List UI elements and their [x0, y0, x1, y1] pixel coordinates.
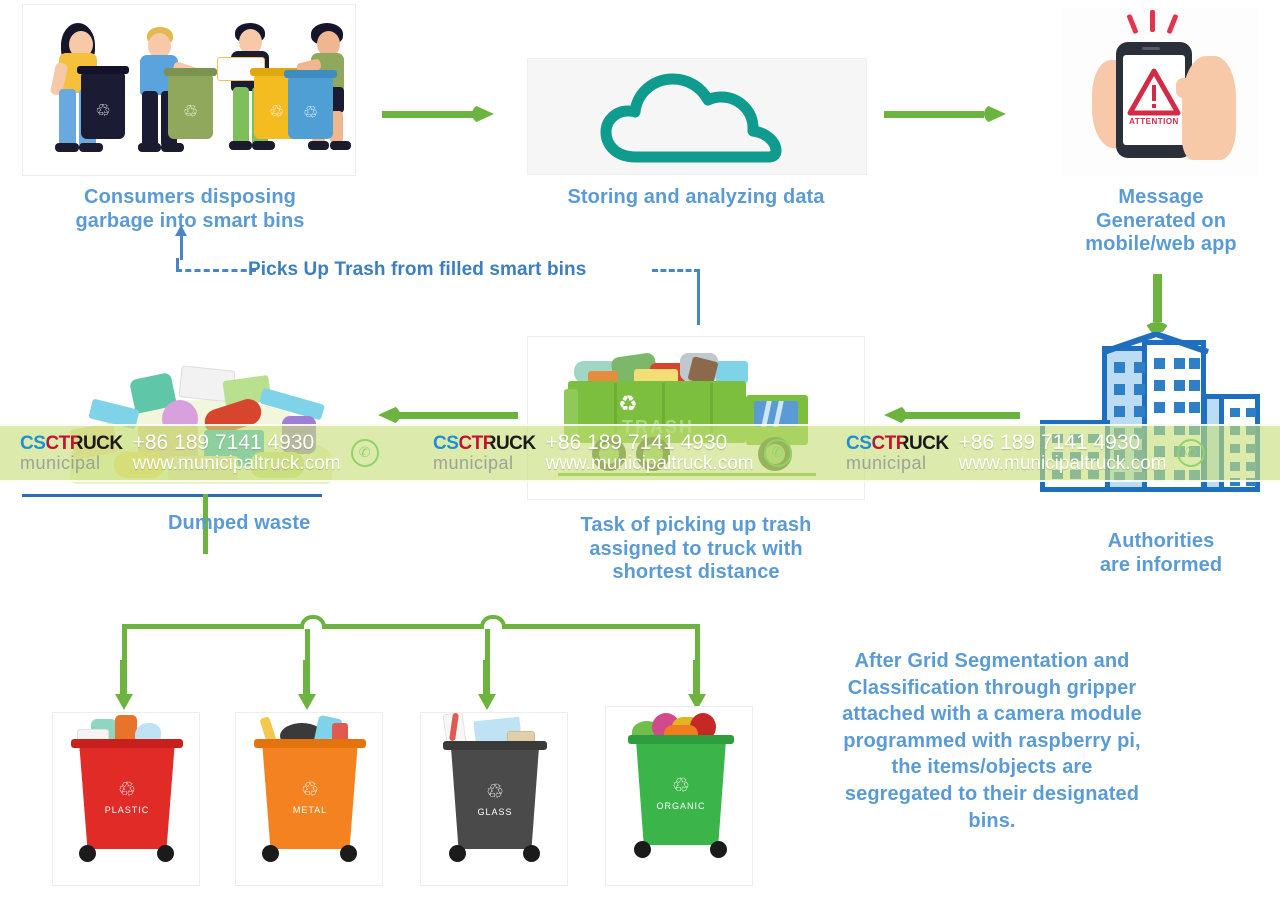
recycle-icon: ♻	[618, 391, 638, 416]
arrow-consumers-to-cloud	[382, 104, 494, 124]
waste-pile-icon	[54, 360, 346, 486]
wire-hop	[300, 615, 326, 629]
caption-truck: Task of picking up trash assigned to tru…	[520, 514, 872, 585]
arrow-authorities-to-truck	[884, 405, 1020, 425]
wire-hop	[480, 615, 506, 629]
bin-label: PLASTIC	[104, 805, 150, 815]
garbage-truck-icon: ♻ TRASH	[540, 349, 852, 489]
arrow-truck-to-dumped	[378, 405, 518, 425]
feedback-corner-left	[176, 258, 179, 272]
bin-olive: ♲	[164, 68, 217, 139]
note-line: programmed with raspberry pi,	[843, 729, 1141, 752]
city-buildings-icon	[1034, 332, 1266, 492]
authorities-illustration-panel	[1026, 332, 1274, 492]
note-line: the items/objects are	[891, 756, 1093, 779]
sorting-bin-panel: ♲ ORGANIC	[605, 706, 753, 886]
caption-line: Authorities	[1107, 530, 1215, 552]
recycle-icon: ♲	[486, 781, 504, 803]
truck-illustration-panel: ♻ TRASH	[527, 336, 865, 500]
feedback-dash-right	[652, 269, 700, 272]
arrow-to-bin-plastic	[115, 660, 133, 710]
arrow-to-bin-organic	[688, 660, 706, 710]
caption-line: mobile/web app	[1085, 233, 1237, 256]
caption-line: garbage into smart bins	[75, 209, 305, 232]
caption-line: Message	[1118, 186, 1204, 208]
arrow-cloud-to-message	[884, 104, 1006, 124]
attention-label: ATTENTION	[1129, 117, 1179, 126]
caption-line: Consumers disposing	[84, 186, 296, 208]
tree-bus	[122, 624, 700, 629]
diagram-canvas: ♲ ♲ ♲ ♲ Consumers disposing garbage into…	[0, 0, 1280, 900]
feedback-down-right	[697, 269, 700, 325]
consumers-illustration-panel: ♲ ♲ ♲ ♲	[22, 4, 356, 176]
note-line: bins.	[968, 809, 1016, 832]
segregation-note: After Grid Segmentation and Classificati…	[806, 648, 1178, 834]
bin-label: METAL	[292, 805, 328, 815]
caption-line: Task of picking up trash	[580, 514, 812, 536]
bin-label: GLASS	[477, 807, 513, 817]
bin-blue: ♲	[284, 70, 337, 139]
feedback-stem-up	[180, 232, 183, 260]
watermark-brand-top: CSCTRUCK	[433, 433, 536, 455]
feedback-label: Picks Up Trash from filled smart bins	[248, 259, 587, 280]
caption-line: Storing and analyzing data	[567, 186, 825, 208]
recycle-icon: ♲	[672, 775, 690, 797]
watermark-logo: CSCTRUCK municipal	[433, 434, 536, 472]
caption-authorities: Authorities are informed	[1056, 530, 1266, 577]
sorting-bin-panel: ♲ PLASTIC	[52, 712, 200, 886]
recycle-icon: ♲	[301, 779, 319, 801]
caption-consumers: Consumers disposing garbage into smart b…	[40, 186, 340, 233]
caption-message: Message Generated on mobile/web app	[1058, 186, 1264, 257]
recycle-icon: ♲	[118, 779, 136, 801]
note-line: Classification through gripper	[847, 676, 1137, 699]
caption-cloud: Storing and analyzing data	[520, 186, 872, 210]
caption-dumped-waste: Dumped waste	[168, 512, 311, 534]
note-line: attached with a camera module	[842, 703, 1142, 726]
bin-glass: ♲ GLASS	[450, 745, 540, 849]
sorting-bin-panel: ♲ METAL	[235, 712, 383, 886]
arrow-message-to-authorities	[1144, 274, 1170, 340]
arrow-to-bin-glass	[478, 660, 496, 710]
note-line: segregated to their designated	[844, 782, 1140, 805]
arrow-to-bin-metal	[298, 660, 316, 710]
bin-metal: ♲ METAL	[262, 743, 358, 849]
watermark-brand-bottom: municipal	[433, 452, 514, 473]
spark	[1126, 13, 1139, 35]
sorting-bin-panel: ♲ GLASS	[420, 712, 568, 886]
cloud-panel	[527, 58, 867, 175]
bin-organic: ♲ ORGANIC	[635, 739, 727, 845]
message-illustration-panel: ATTENTION	[1062, 8, 1258, 176]
smartphone-icon: ATTENTION	[1116, 42, 1192, 158]
caption-line: assigned to truck with	[589, 537, 803, 560]
caption-line: are informed	[1099, 553, 1223, 576]
spark	[1166, 13, 1179, 35]
truck-label: TRASH	[622, 417, 694, 437]
note-line: After Grid Segmentation and	[854, 650, 1130, 672]
caption-line: Generated on	[1095, 209, 1227, 232]
dumped-waste-rule	[22, 494, 322, 497]
bin-plastic: ♲ PLASTIC	[79, 743, 175, 849]
spark	[1150, 10, 1155, 32]
caption-line: shortest distance	[612, 561, 780, 584]
feedback-arrowhead-up	[175, 225, 187, 236]
bin-label: ORGANIC	[656, 801, 706, 811]
bin-navy: ♲	[77, 66, 129, 139]
cloud-icon	[600, 71, 790, 163]
dumped-waste-panel	[34, 338, 364, 490]
feedback-dash-left	[176, 269, 256, 272]
